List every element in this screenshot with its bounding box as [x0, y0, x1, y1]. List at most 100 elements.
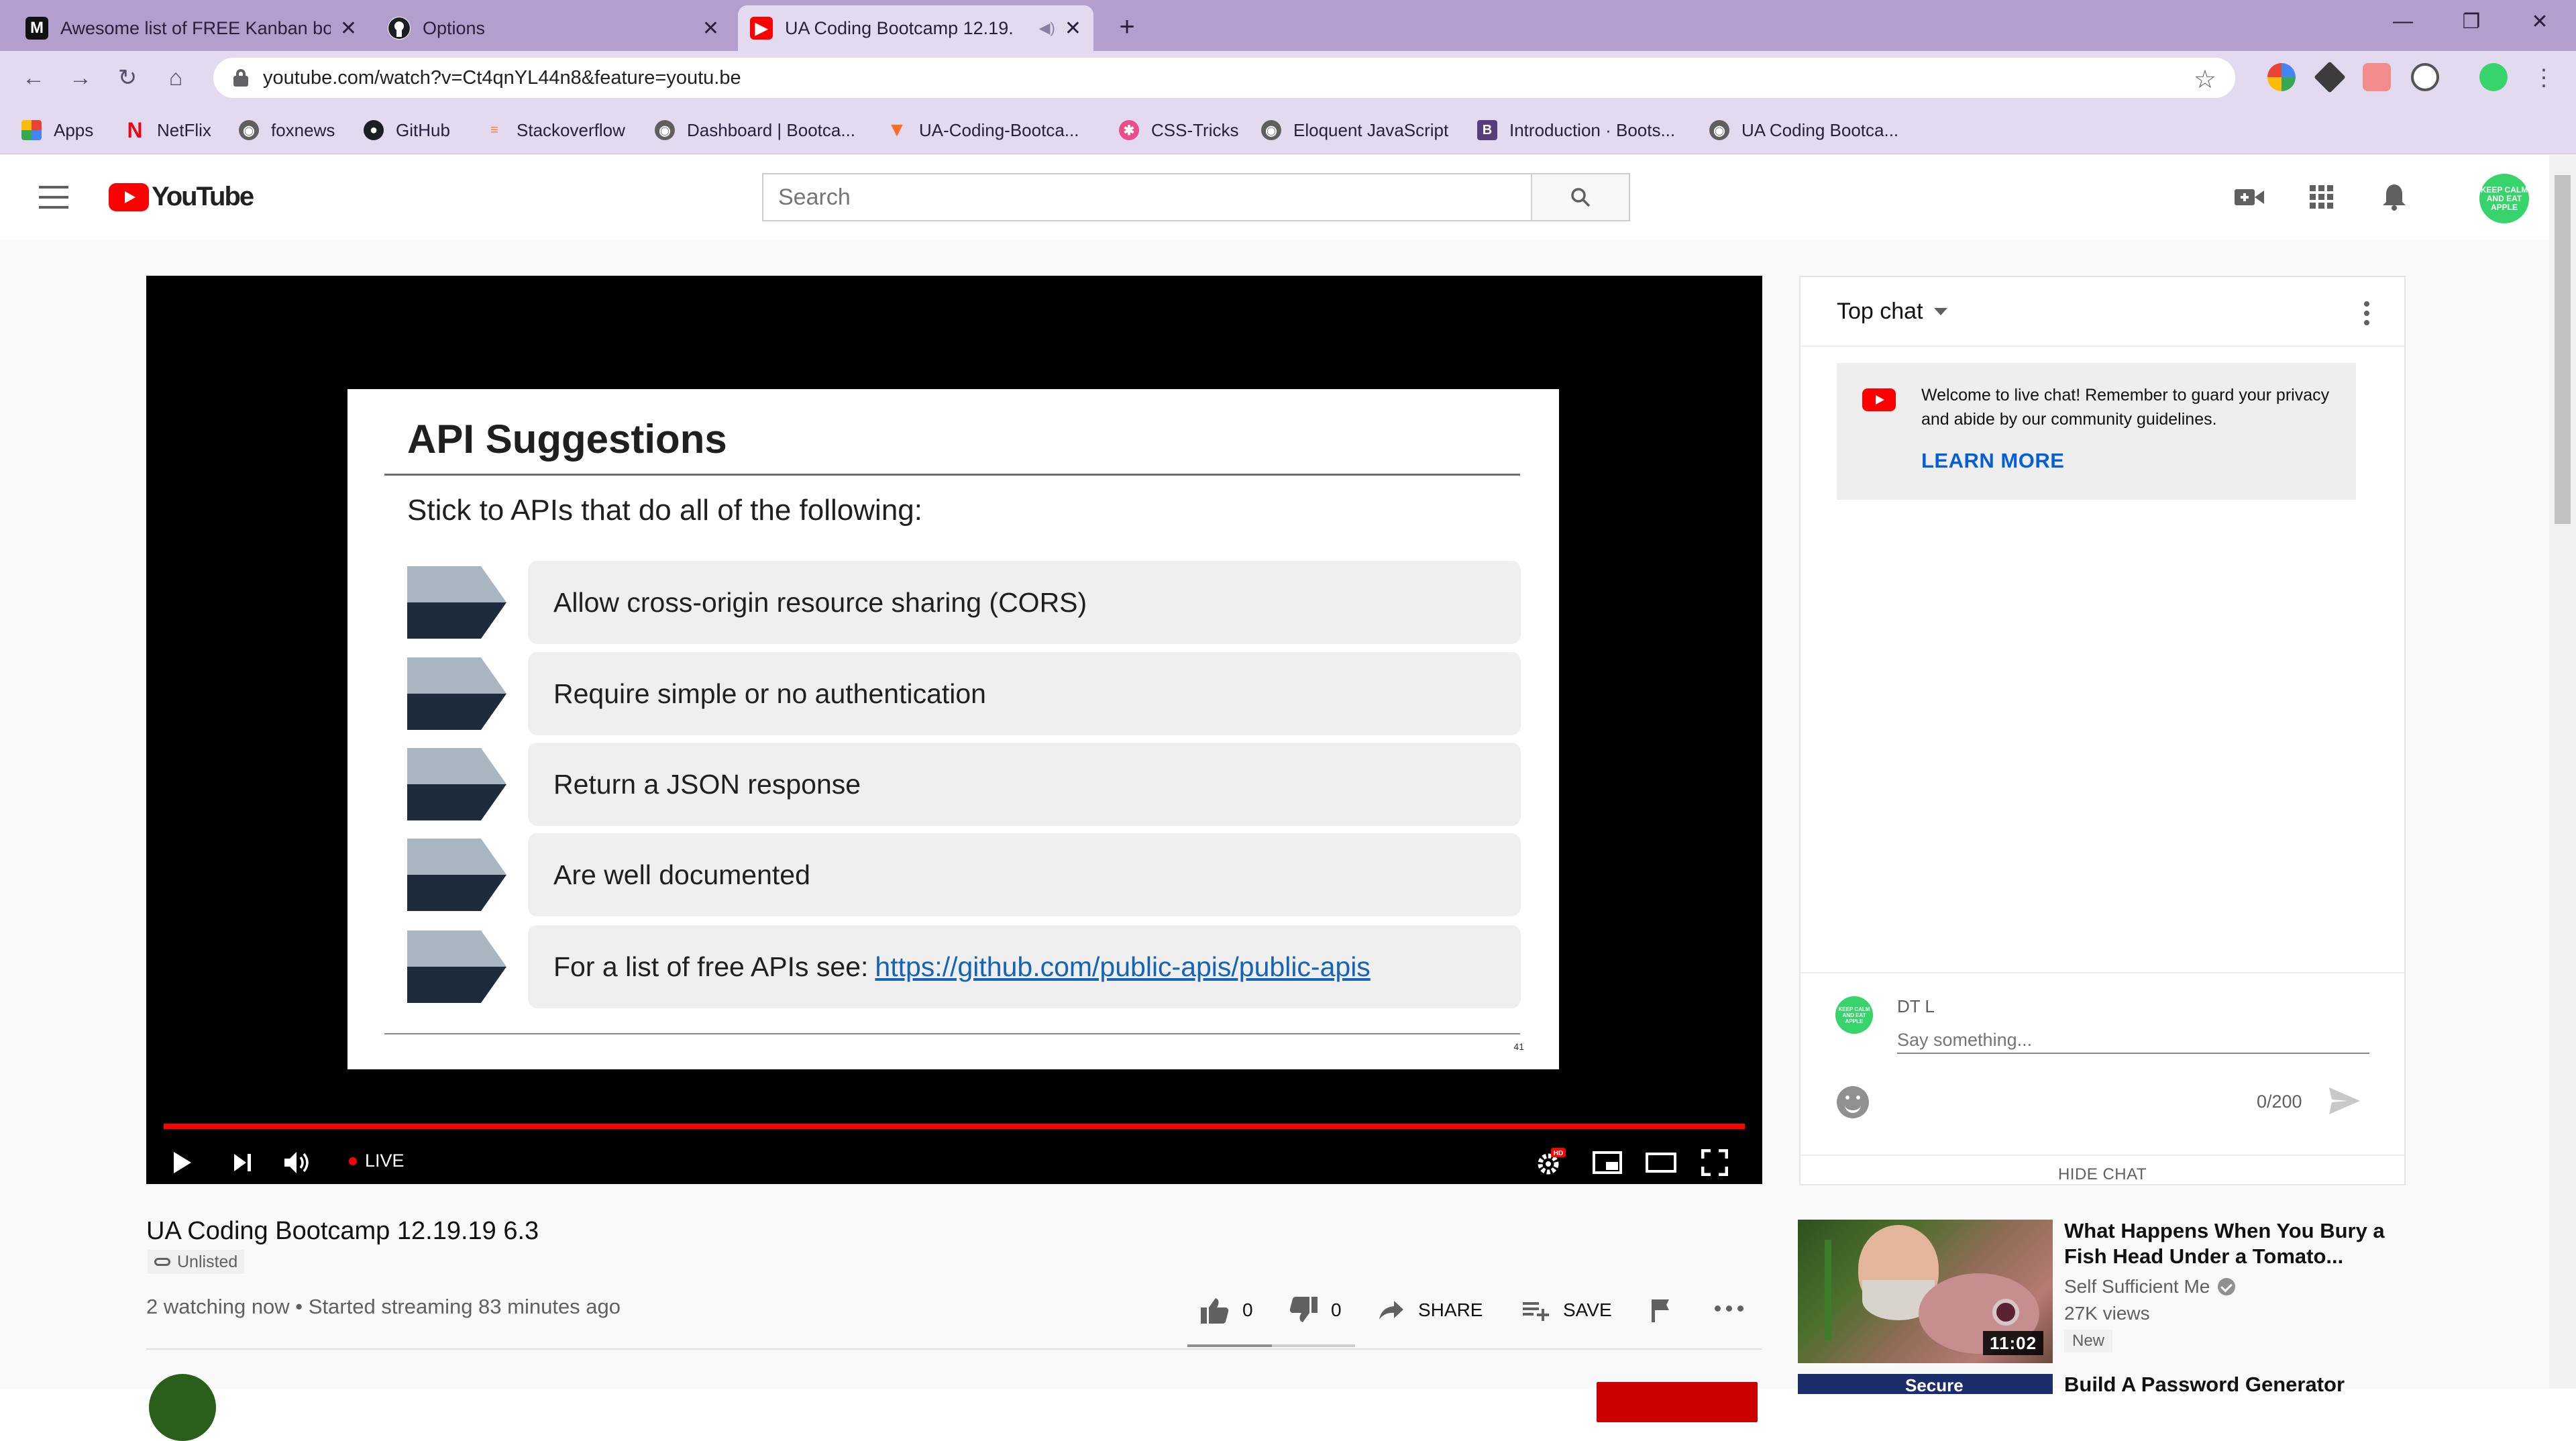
- bullet-text: Allow cross-origin resource sharing (COR…: [528, 561, 1521, 644]
- slide-bullet: Are well documented: [407, 833, 1521, 916]
- chevron-arrow-icon: [407, 566, 506, 639]
- live-indicator[interactable]: LIVE: [349, 1151, 405, 1171]
- bookmark-stackoverflow[interactable]: ≡ Stackoverflow: [484, 117, 625, 144]
- report-button[interactable]: [1650, 1295, 1685, 1326]
- chat-mode-dropdown[interactable]: Top chat: [1801, 277, 2404, 347]
- progress-bar[interactable]: [164, 1124, 1745, 1129]
- chevron-arrow-icon: [407, 657, 506, 730]
- hide-chat-button[interactable]: HIDE CHAT: [1801, 1155, 2404, 1184]
- scrollbar-thumb[interactable]: [2555, 175, 2571, 524]
- theater-mode-icon: [1646, 1153, 1676, 1173]
- extension-icon[interactable]: [2267, 63, 2296, 91]
- user-avatar[interactable]: KEEP CALM AND EAT APPLE: [2479, 174, 2529, 223]
- hamburger-menu-icon[interactable]: [39, 186, 68, 209]
- tab-title: Awesome list of FREE Kanban bo: [60, 17, 331, 38]
- channel-avatar[interactable]: [149, 1374, 216, 1441]
- subscribe-button[interactable]: [1597, 1382, 1758, 1422]
- tab-youtube-active[interactable]: ▶ UA Coding Bootcamp 12.19. ◀) ✕: [738, 5, 1093, 51]
- search-button[interactable]: [1531, 174, 1629, 220]
- apps-grid-icon: [21, 120, 42, 140]
- video-player[interactable]: API Suggestions Stick to APIs that do al…: [146, 276, 1762, 1184]
- chevron-arrow-icon: [407, 839, 506, 911]
- slide-bullet: For a list of free APIs see: https://git…: [407, 925, 1521, 1008]
- emoji-icon[interactable]: [1837, 1086, 1869, 1118]
- search-input[interactable]: [763, 174, 1531, 220]
- live-dot-icon: [349, 1157, 357, 1165]
- close-icon[interactable]: ✕: [702, 17, 719, 40]
- youtube-logo[interactable]: YouTube: [109, 182, 254, 212]
- slide-bullet: Return a JSON response: [407, 743, 1521, 826]
- globe-icon: ◉: [1261, 120, 1281, 140]
- back-arrow-icon[interactable]: ←: [16, 60, 51, 95]
- fullscreen-button[interactable]: [1695, 1142, 1735, 1183]
- restore-button[interactable]: ❐: [2438, 0, 2505, 43]
- settings-button[interactable]: HD: [1531, 1142, 1571, 1183]
- create-video-icon[interactable]: [2230, 178, 2269, 217]
- bookmark-ua-coding[interactable]: ◉ UA Coding Bootca...: [1709, 117, 1898, 144]
- bookmark-github[interactable]: ● GitHub: [364, 117, 450, 144]
- playlist-add-icon: [1523, 1299, 1550, 1321]
- recommendation-thumbnail[interactable]: Secure: [1798, 1374, 2053, 1395]
- like-button[interactable]: 0: [1201, 1295, 1253, 1326]
- github-icon: ●: [364, 120, 384, 140]
- learn-more-link[interactable]: LEARN MORE: [1921, 449, 2064, 473]
- video-meta: 2 watching now • Started streaming 83 mi…: [146, 1295, 621, 1318]
- bookmark-gitlab[interactable]: ▼ UA-Coding-Bootca...: [887, 117, 1079, 144]
- bullet-text: Return a JSON response: [528, 743, 1521, 826]
- address-bar[interactable]: youtube.com/watch?v=Ct4qnYL44n8&feature=…: [213, 58, 2235, 98]
- notifications-bell-icon[interactable]: [2375, 178, 2414, 217]
- volume-button[interactable]: [278, 1142, 318, 1183]
- new-tab-button[interactable]: +: [1108, 8, 1146, 46]
- miniplayer-button[interactable]: [1587, 1142, 1627, 1183]
- slide-footer-divider: [384, 1033, 1520, 1034]
- youtube-play-icon: [109, 182, 149, 211]
- public-apis-link[interactable]: https://github.com/public-apis/public-ap…: [875, 951, 1370, 983]
- like-ratio-bar: [1187, 1344, 1355, 1347]
- bookmark-css-tricks[interactable]: ✱ CSS-Tricks: [1119, 117, 1238, 144]
- chevron-down-icon: [1933, 307, 1947, 315]
- link-icon: [154, 1258, 170, 1266]
- thumbs-down-icon: [1289, 1297, 1318, 1324]
- chevron-arrow-icon: [407, 748, 506, 820]
- close-icon[interactable]: ✕: [340, 17, 357, 40]
- recommendation-title[interactable]: What Happens When You Bury a Fish Head U…: [2064, 1218, 2400, 1269]
- window-close-button[interactable]: ✕: [2506, 0, 2573, 43]
- share-button[interactable]: SHARE: [1378, 1295, 1483, 1326]
- save-button[interactable]: SAVE: [1523, 1295, 1612, 1326]
- play-button[interactable]: [162, 1142, 203, 1183]
- close-icon[interactable]: ✕: [1065, 17, 1081, 40]
- theater-mode-button[interactable]: [1641, 1142, 1681, 1183]
- page-scrollbar[interactable]: [2549, 155, 2576, 1389]
- bookmark-dashboard[interactable]: ◉ Dashboard | Bootca...: [655, 117, 855, 144]
- home-icon[interactable]: ⌂: [158, 60, 193, 95]
- bookmark-netflix[interactable]: N NetFlix: [125, 117, 211, 144]
- menu-kebab-icon[interactable]: ⋮: [2526, 60, 2561, 95]
- slide-bullet: Allow cross-origin resource sharing (COR…: [407, 561, 1521, 644]
- tab-options[interactable]: Options ✕: [376, 5, 731, 51]
- forward-arrow-icon[interactable]: →: [63, 60, 98, 95]
- apps-grid-icon[interactable]: [2302, 178, 2341, 217]
- bookmark-eloquent-js[interactable]: ◉ Eloquent JavaScript: [1261, 117, 1448, 144]
- eraser-extension-icon[interactable]: [2314, 61, 2346, 93]
- video-extension-icon[interactable]: [2363, 63, 2391, 91]
- search-box: [762, 173, 1630, 221]
- next-button[interactable]: [224, 1142, 262, 1183]
- send-icon[interactable]: [2328, 1086, 2361, 1116]
- profile-avatar-icon[interactable]: [2479, 63, 2508, 91]
- chat-message-input[interactable]: [1897, 1027, 2369, 1054]
- minimize-button[interactable]: —: [2369, 0, 2436, 43]
- bookmark-bootstrap[interactable]: B Introduction · Boots...: [1477, 117, 1675, 144]
- tab-kanban[interactable]: M Awesome list of FREE Kanban bo ✕: [13, 5, 369, 51]
- chat-more-options-icon[interactable]: [2364, 301, 2369, 325]
- bookmark-foxnews[interactable]: ◉ foxnews: [239, 117, 335, 144]
- more-actions-icon[interactable]: [1715, 1305, 1749, 1312]
- bookmark-star-icon[interactable]: ☆: [2194, 64, 2216, 95]
- toolbar-extension-icon[interactable]: [2411, 63, 2439, 91]
- dislike-button[interactable]: 0: [1289, 1295, 1342, 1326]
- bookmark-apps[interactable]: Apps: [21, 117, 93, 144]
- recommendation-title[interactable]: Build A Password Generator: [2064, 1373, 2345, 1397]
- thumbnail-text: Secure: [1905, 1375, 1964, 1395]
- reload-icon[interactable]: ↻: [110, 60, 145, 95]
- recommendation-channel[interactable]: Self Sufficient Me: [2064, 1276, 2236, 1297]
- speaker-icon[interactable]: ◀): [1039, 19, 1055, 37]
